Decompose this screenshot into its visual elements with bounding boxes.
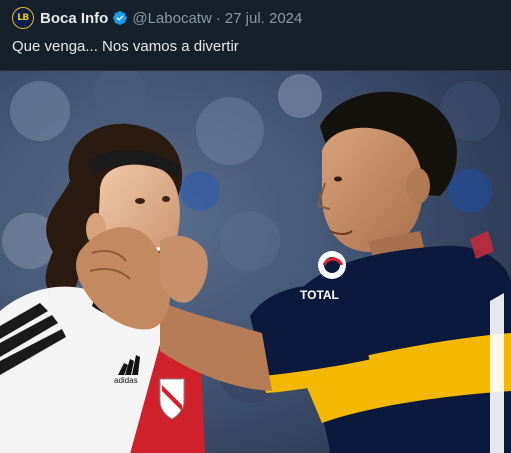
tweet-photo[interactable]: adidas TOTAL (0, 70, 511, 453)
tweet-text: Que venga... Nos vamos a divertir (12, 38, 239, 55)
photo-illustration: adidas TOTAL (0, 71, 511, 453)
meta-separator: · (215, 9, 221, 27)
tweet-date[interactable]: 27 jul. 2024 (225, 10, 303, 27)
total-sponsor-icon (318, 251, 346, 279)
tweet-card[interactable]: LB Boca Info @Labocatw · 27 jul. 2024 Qu… (0, 0, 511, 453)
display-name[interactable]: Boca Info (40, 10, 108, 27)
adidas-wordmark: adidas (114, 376, 138, 385)
verified-badge-icon (112, 10, 128, 26)
user-handle[interactable]: @Labocatw (132, 10, 211, 27)
tweet-header: LB Boca Info @Labocatw · 27 jul. 2024 Qu… (0, 0, 511, 70)
avatar-logo-text: LB (17, 13, 29, 23)
tweet-meta: Boca Info @Labocatw · 27 jul. 2024 (40, 9, 302, 27)
avatar[interactable]: LB (12, 7, 34, 29)
total-sponsor-text: TOTAL (300, 288, 339, 302)
